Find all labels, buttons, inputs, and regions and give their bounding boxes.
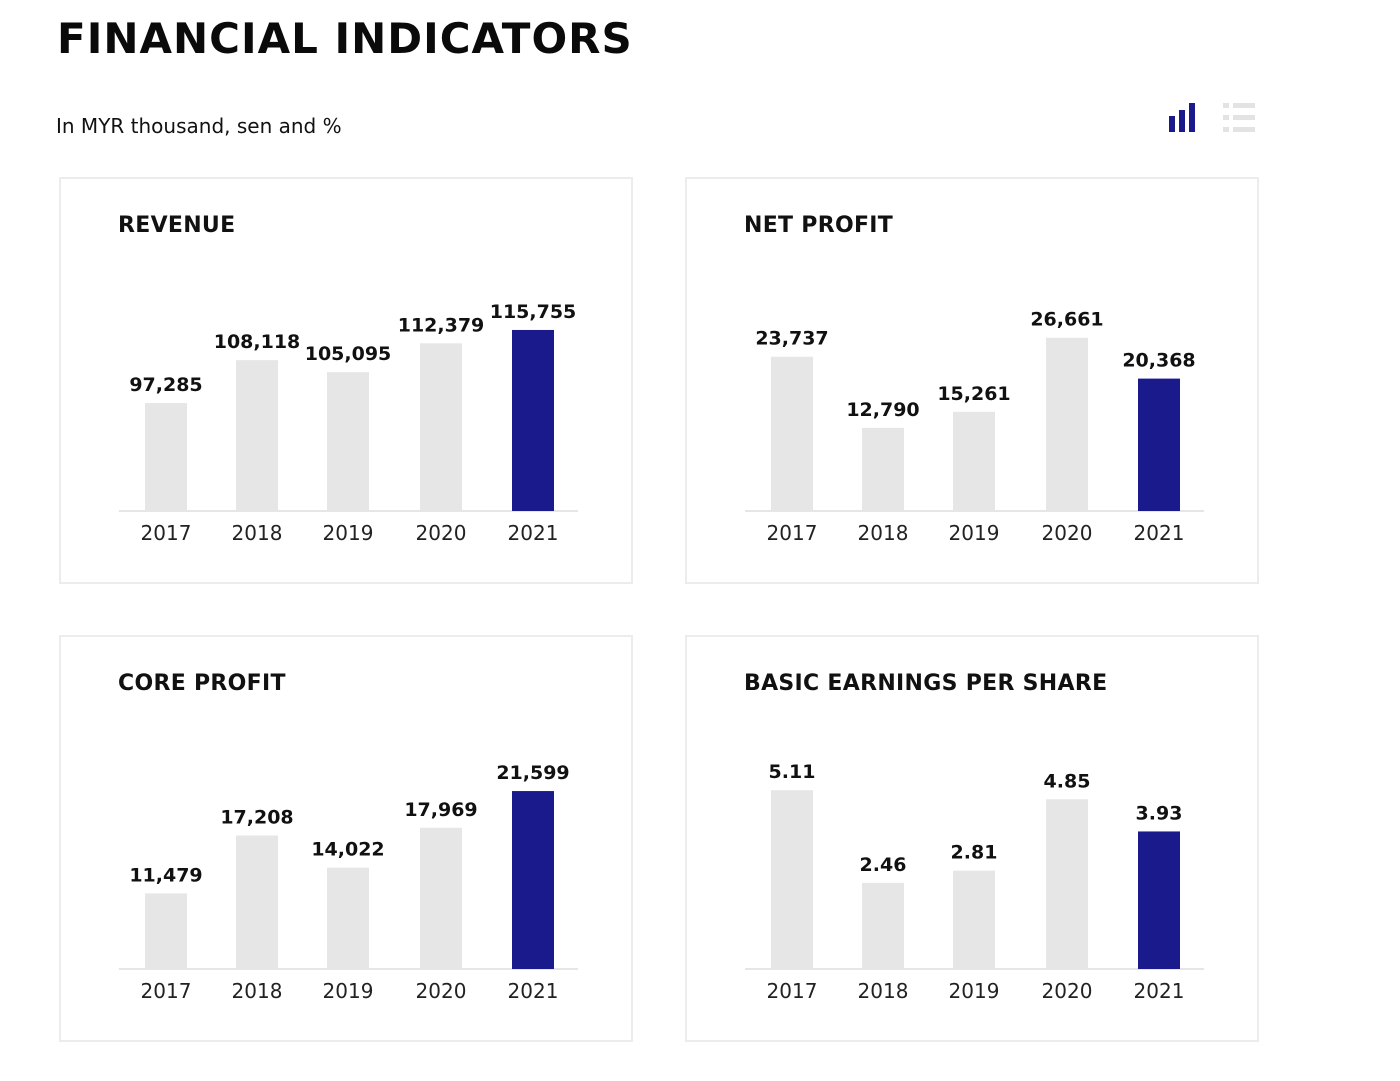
view-toggle [1166,101,1256,133]
x-tick-label: 2019 [949,521,1000,545]
x-tick-label: 2017 [141,979,192,1003]
bar-2017 [145,893,187,969]
bar-chart-icon [1169,103,1195,132]
bar-2019 [953,411,995,511]
revenue-chart: 97,285 2017 108,118 2018 105,095 2019 112,379 2… [119,301,578,545]
data-label: 97,285 [129,374,202,396]
bar-2019 [953,870,995,969]
data-label: 12,790 [846,399,919,421]
bar-2017 [771,356,813,511]
x-tick-label: 2018 [858,521,909,545]
bar-2020 [1046,337,1088,511]
data-label: 4.85 [1044,770,1091,792]
data-label: 115,755 [490,301,577,323]
list-icon [1223,103,1255,132]
bar-2019 [327,867,369,969]
x-tick-label: 2019 [323,979,374,1003]
data-label: 15,261 [937,383,1010,405]
x-tick-label: 2019 [323,521,374,545]
bar-2020 [420,827,462,969]
bar-2021 [512,791,554,969]
data-label: 5.11 [769,761,816,783]
data-label: 2.81 [951,842,998,864]
x-tick-label: 2018 [232,979,283,1003]
data-label: 105,095 [305,343,392,365]
data-label: 2.46 [860,854,907,876]
chart-view-button[interactable] [1166,101,1200,133]
net-profit-card: NET PROFIT 23,737 2017 12,790 2018 15,261 201… [685,177,1259,584]
x-tick-label: 2018 [858,979,909,1003]
x-tick-label: 2018 [232,521,283,545]
bar-2020 [1046,799,1088,969]
eps-chart: 5.11 2017 2.46 2018 2.81 2019 4.85 2020 3.93 2021 [745,761,1204,1003]
bar-2021 [1138,831,1180,969]
bar-2021 [512,329,554,511]
list-view-button[interactable] [1222,101,1256,133]
x-tick-label: 2020 [416,979,467,1003]
bar-2017 [771,790,813,969]
page-subtitle: In MYR thousand, sen and % [56,114,342,138]
data-label: 17,969 [404,799,477,821]
x-tick-label: 2021 [1134,521,1185,545]
data-label: 3.93 [1136,802,1183,824]
data-label: 17,208 [220,806,293,828]
data-label: 14,022 [311,839,384,861]
bar-2021 [1138,378,1180,511]
data-label: 112,379 [398,314,485,336]
x-tick-label: 2021 [1134,979,1185,1003]
bar-2018 [236,835,278,969]
x-tick-label: 2017 [767,979,818,1003]
x-tick-label: 2020 [416,521,467,545]
eps-card: BASIC EARNINGS PER SHARE 5.11 2017 2.46 201… [685,635,1259,1042]
revenue-card: REVENUE 97,285 2017 108,118 2018 105,095 2019… [59,177,633,584]
data-label: 11,479 [129,864,202,886]
bar-2019 [327,372,369,511]
x-tick-label: 2021 [508,521,559,545]
net-profit-chart: 23,737 2017 12,790 2018 15,261 2019 26,661 2020… [745,309,1204,545]
core-profit-chart: 11,479 2017 17,208 2018 14,022 2019 17,969 2020… [119,762,578,1003]
x-tick-label: 2020 [1042,521,1093,545]
bar-2018 [862,882,904,969]
core-profit-card: CORE PROFIT 11,479 2017 17,208 2018 14,022 20… [59,635,633,1042]
bar-2017 [145,403,187,511]
data-label: 108,118 [214,331,301,353]
x-tick-label: 2017 [141,521,192,545]
data-label: 20,368 [1122,350,1195,372]
bar-2018 [862,427,904,511]
x-tick-label: 2020 [1042,979,1093,1003]
x-tick-label: 2021 [508,979,559,1003]
page-title: FINANCIAL INDICATORS [57,14,633,63]
x-tick-label: 2019 [949,979,1000,1003]
data-label: 26,661 [1030,309,1103,331]
bar-2020 [420,343,462,511]
bar-2018 [236,360,278,511]
data-label: 21,599 [496,762,569,784]
data-label: 23,737 [755,328,828,350]
x-tick-label: 2017 [767,521,818,545]
